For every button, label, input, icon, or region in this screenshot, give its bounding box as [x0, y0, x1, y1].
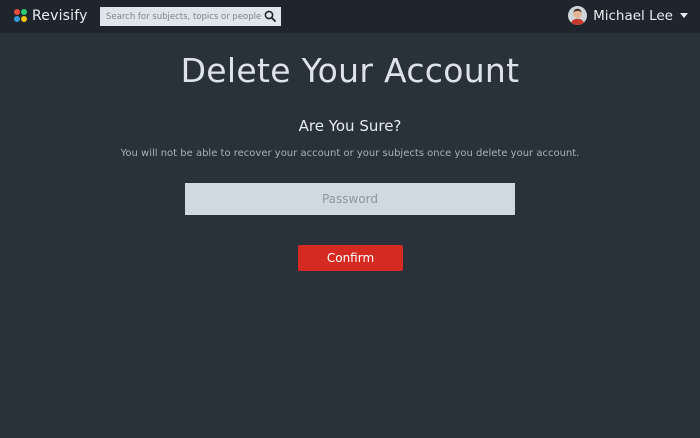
- search-bar: [100, 7, 281, 26]
- caret-down-icon[interactable]: [680, 13, 688, 18]
- app-logo[interactable]: Revisify: [14, 8, 88, 24]
- logo-icon: [14, 9, 28, 23]
- search-input[interactable]: [100, 7, 264, 26]
- top-navbar: Revisify Michael Lee: [0, 0, 700, 33]
- logo-dot-red: [14, 9, 20, 15]
- warning-text: You will not be able to recover your acc…: [120, 148, 580, 159]
- user-menu[interactable]: Michael Lee: [568, 6, 688, 25]
- password-field[interactable]: [185, 183, 515, 215]
- avatar[interactable]: [568, 6, 588, 25]
- logo-dot-yellow: [21, 16, 27, 22]
- user-avatar-image: [568, 6, 588, 25]
- confirm-button[interactable]: Confirm: [298, 245, 403, 271]
- app-name: Revisify: [32, 8, 88, 24]
- logo-dot-green: [21, 9, 27, 15]
- search-icon[interactable]: [264, 10, 276, 22]
- user-name[interactable]: Michael Lee: [593, 8, 673, 24]
- page-title: Delete Your Account: [180, 51, 520, 90]
- confirmation-heading: Are You Sure?: [298, 117, 402, 135]
- logo-dot-blue: [14, 16, 20, 22]
